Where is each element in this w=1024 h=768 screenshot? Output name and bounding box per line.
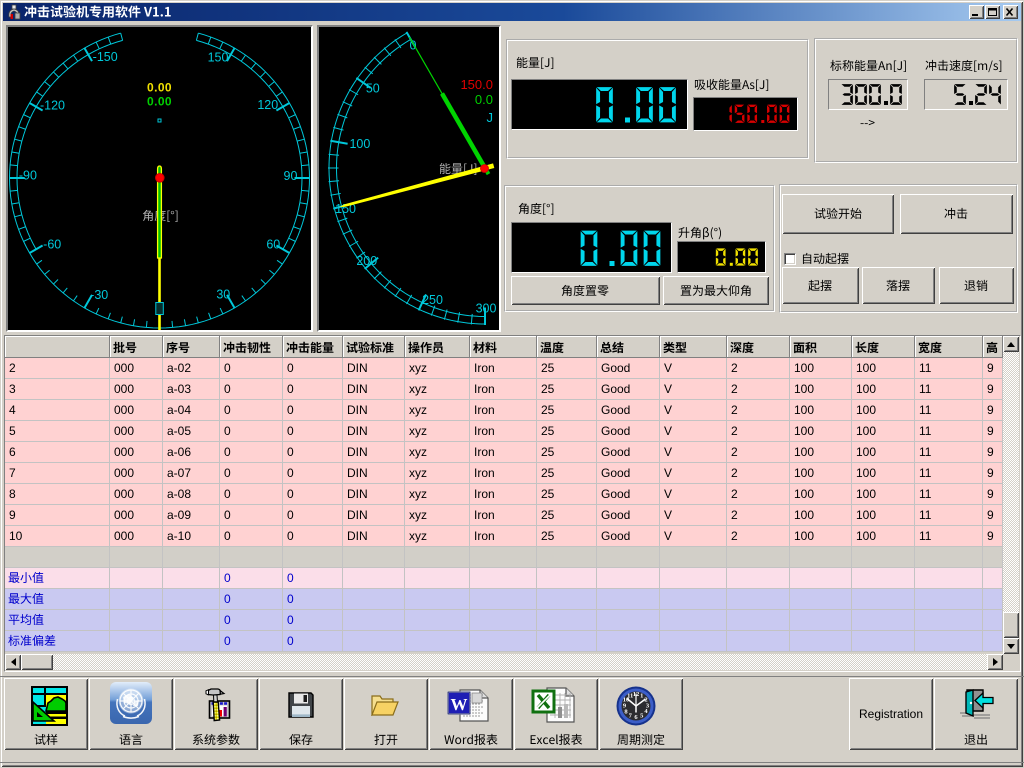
svg-text:120: 120 bbox=[257, 98, 278, 112]
svg-text:150.0: 150.0 bbox=[460, 77, 493, 92]
svg-text:200: 200 bbox=[356, 254, 377, 268]
svg-text:-120: -120 bbox=[40, 99, 65, 113]
svg-text:0.00: 0.00 bbox=[147, 95, 172, 109]
svg-text:-30: -30 bbox=[90, 288, 108, 302]
svg-text:J: J bbox=[487, 110, 494, 125]
svg-text:90: 90 bbox=[284, 169, 298, 183]
svg-text:50: 50 bbox=[366, 81, 380, 95]
svg-text:-60: -60 bbox=[43, 237, 61, 251]
svg-text:150: 150 bbox=[208, 51, 229, 65]
svg-text:0.0: 0.0 bbox=[475, 92, 493, 107]
svg-text:250: 250 bbox=[422, 293, 443, 307]
svg-text:-150: -150 bbox=[93, 50, 118, 64]
svg-text:60: 60 bbox=[266, 237, 280, 251]
svg-text:0: 0 bbox=[410, 39, 417, 53]
svg-text:-90: -90 bbox=[19, 169, 37, 183]
svg-text:0.00: 0.00 bbox=[147, 81, 172, 95]
svg-text:100: 100 bbox=[349, 137, 370, 151]
svg-text:30: 30 bbox=[216, 287, 230, 301]
svg-text:300: 300 bbox=[476, 302, 497, 316]
